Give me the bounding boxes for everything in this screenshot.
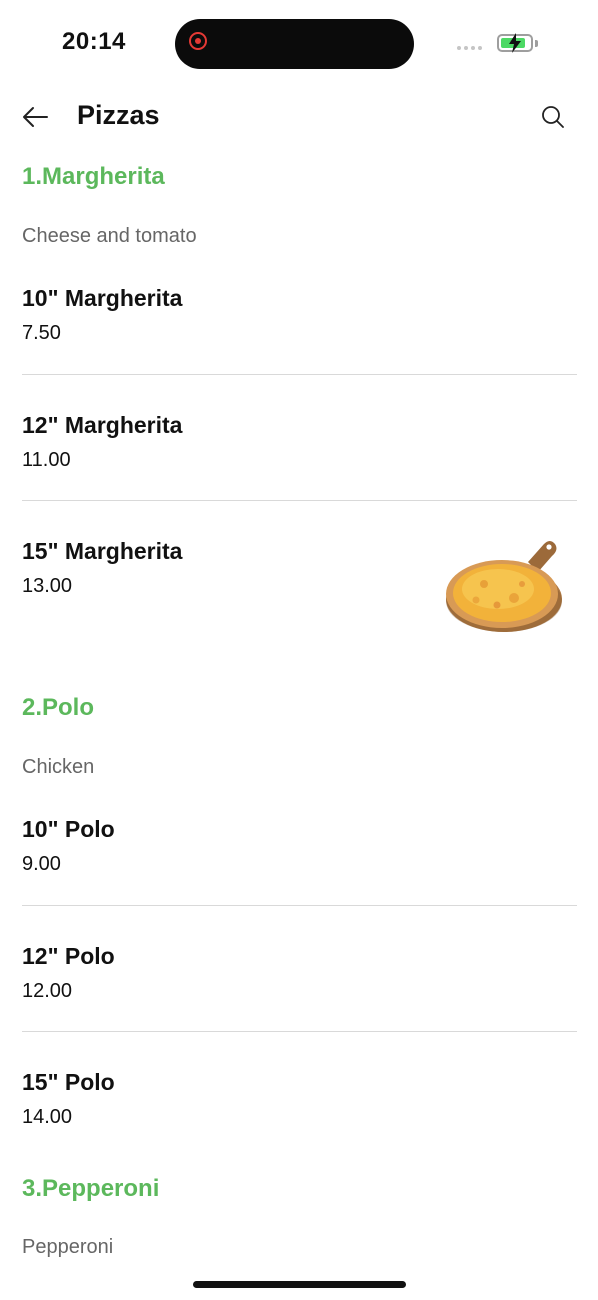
search-icon <box>542 106 564 128</box>
back-arrow-icon <box>23 107 48 127</box>
item-name: 15" Margherita <box>22 538 183 564</box>
back-button[interactable] <box>18 100 52 134</box>
item-name: 12" Polo <box>22 943 115 969</box>
pizza-image <box>446 541 562 632</box>
item-name: 12" Margherita <box>22 412 183 438</box>
menu-item[interactable]: 10" Polo 9.00 <box>0 806 598 932</box>
item-name: 10" Margherita <box>22 285 183 311</box>
item-price: 12.00 <box>22 980 73 1002</box>
item-price: 11.00 <box>22 449 71 471</box>
battery-cap <box>535 40 538 47</box>
item-price: 13.00 <box>22 575 73 597</box>
divider <box>22 905 577 906</box>
item-price: 9.00 <box>22 853 61 875</box>
item-price: 14.00 <box>22 1106 73 1128</box>
status-bar: 20:14 <box>0 0 598 88</box>
divider <box>22 1031 577 1032</box>
item-name: 15" Polo <box>22 1069 115 1095</box>
search-button[interactable] <box>536 100 570 134</box>
menu-item[interactable]: 15" Polo 14.00 <box>0 1059 598 1185</box>
menu-item[interactable]: 15" Margherita 13.00 <box>0 528 598 654</box>
divider <box>22 374 577 375</box>
category-title: 3.Pepperoni <box>22 1175 160 1202</box>
category-description: Chicken <box>22 756 95 778</box>
category-title: 2.Polo <box>22 694 95 721</box>
item-name: 10" Polo <box>22 816 115 842</box>
home-indicator[interactable] <box>193 1281 406 1288</box>
page-title: Pizzas <box>77 100 160 130</box>
menu-item[interactable]: 12" Polo 12.00 <box>0 933 598 1059</box>
menu-item[interactable]: 12" Margherita 11.00 <box>0 402 598 528</box>
item-price: 7.50 <box>22 322 61 344</box>
battery-charging-icon <box>497 33 533 53</box>
signal-icon <box>457 46 482 50</box>
status-time: 20:14 <box>62 28 126 55</box>
category-description: Cheese and tomato <box>22 225 197 247</box>
category-title: 1.Margherita <box>22 163 165 190</box>
dynamic-island <box>175 19 414 69</box>
category-description: Pepperoni <box>22 1236 114 1258</box>
menu-item[interactable]: 10" Margherita 7.50 <box>0 275 598 401</box>
top-app-bar: Pizzas <box>0 88 598 148</box>
divider <box>22 500 577 501</box>
recording-icon <box>189 32 207 50</box>
